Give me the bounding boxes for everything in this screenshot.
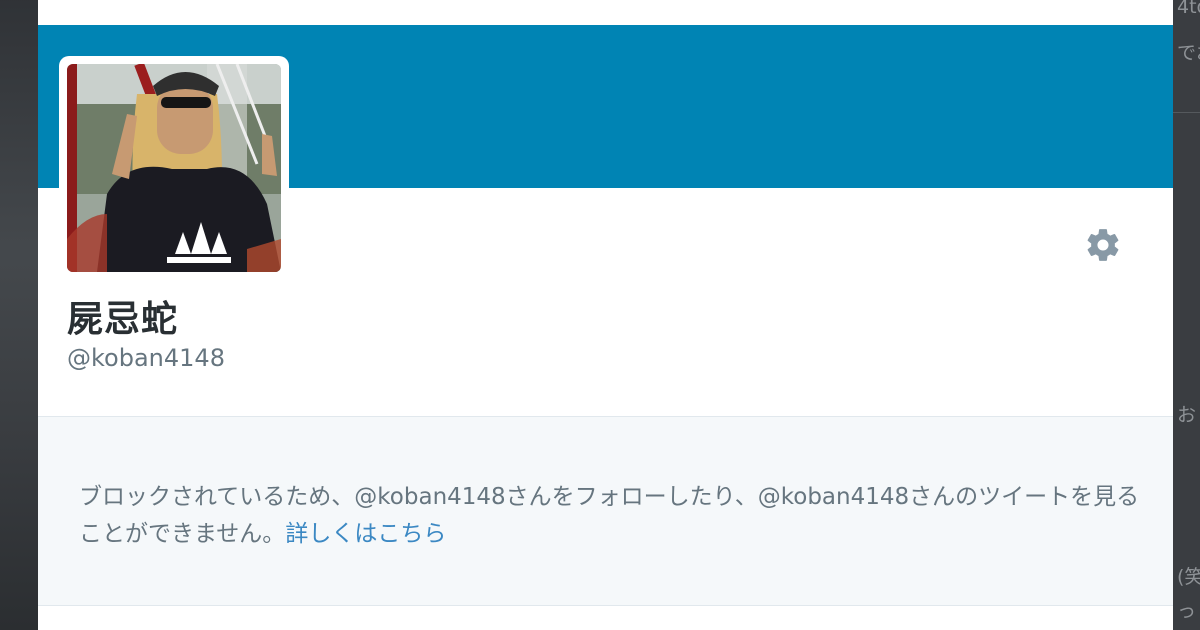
blocked-notice-text: ブロックされているため、@koban4148さんをフォローしたり、@koban4… [79, 479, 1149, 553]
background-text: お [1177, 404, 1197, 426]
settings-button[interactable] [1084, 226, 1122, 264]
gear-icon [1084, 229, 1122, 268]
background-divider [1173, 112, 1200, 113]
avatar-frame [59, 56, 289, 280]
background-timeline-left [0, 0, 38, 630]
background-text: っ [1177, 600, 1197, 622]
background-text: (笑 [1177, 566, 1200, 588]
display-name: 屍忌蛇 [67, 299, 179, 340]
background-text: 4to [1177, 0, 1200, 18]
learn-more-link[interactable]: 詳しくはこちら [285, 521, 446, 547]
user-handle: @koban4148 [67, 344, 225, 372]
profile-modal: 屍忌蛇 @koban4148 ブロックされているため、@koban4148さんを… [38, 0, 1173, 630]
blocked-message: ブロックされているため、@koban4148さんをフォローしたり、@koban4… [79, 484, 1140, 547]
blocked-notice: ブロックされているため、@koban4148さんをフォローしたり、@koban4… [38, 416, 1173, 606]
background-timeline-right: 4to でお お (笑 っ [1173, 0, 1200, 630]
background-text: でお [1177, 42, 1200, 64]
avatar[interactable] [67, 64, 281, 272]
